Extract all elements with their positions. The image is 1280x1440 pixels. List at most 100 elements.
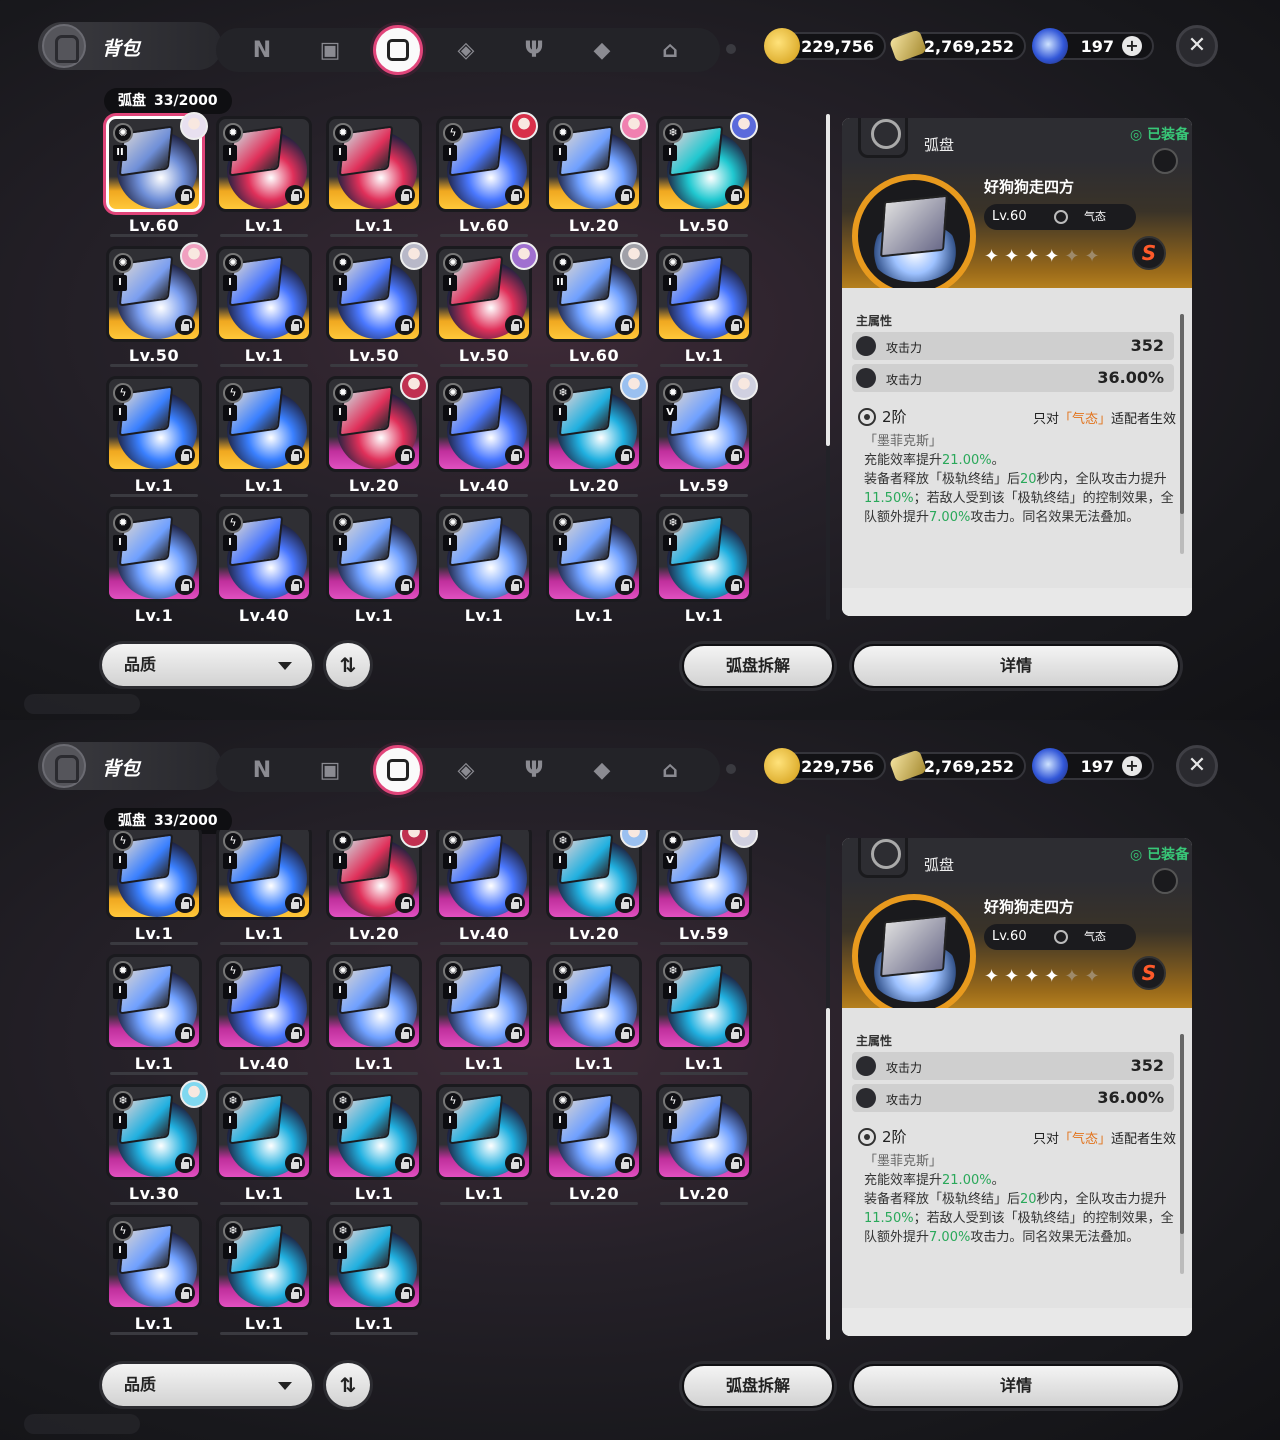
disc-card[interactable]: ❄ I Lv.50 — [656, 112, 758, 237]
disc-level: Lv.1 — [134, 924, 174, 943]
disc-card[interactable]: ❄ I Lv.1 — [326, 1084, 422, 1205]
details-button[interactable]: 详情 — [852, 1364, 1180, 1408]
disc-card[interactable]: ❄ I Lv.1 — [216, 1084, 312, 1205]
lock-icon — [175, 1283, 195, 1303]
disc-thumbnail: ✺ I — [216, 246, 312, 342]
disc-card[interactable]: ϟ I Lv.40 — [216, 954, 312, 1075]
disc-card[interactable]: ϟ I Lv.60 — [436, 112, 538, 237]
tab-discs[interactable] — [373, 745, 423, 795]
tab-food[interactable]: Ψ — [516, 32, 552, 68]
disc-card[interactable]: ✺ I Lv.1 — [436, 506, 532, 622]
disc-card[interactable]: ✺ I Lv.1 — [436, 954, 532, 1075]
disc-card[interactable]: ✺ I Lv.40 — [436, 830, 532, 945]
disc-card[interactable]: ✹ I Lv.1 — [326, 116, 422, 237]
disc-card[interactable]: ✺ I Lv.1 — [546, 954, 642, 1075]
dismantle-button[interactable]: 弧盘拆解 — [682, 644, 834, 688]
sort-toggle-button[interactable]: ⇅ — [326, 643, 370, 687]
disc-card[interactable]: ❄ I Lv.20 — [546, 830, 648, 945]
add-currency-button[interactable]: + — [1122, 36, 1142, 56]
lock-toggle-icon[interactable] — [1152, 148, 1178, 174]
tab-home[interactable]: ⌂ — [652, 752, 688, 788]
quality-filter-dropdown[interactable]: 品质 — [102, 1364, 312, 1406]
tab-materials[interactable]: ◈ — [448, 752, 484, 788]
disc-card[interactable]: ✹ I Lv.1 — [106, 506, 202, 622]
tab-discs[interactable] — [373, 25, 423, 75]
disc-card[interactable]: ✹ I Lv.20 — [546, 112, 648, 237]
disc-card[interactable]: ❄ I Lv.1 — [326, 1214, 422, 1335]
disc-card[interactable]: ✹ V Lv.59 — [656, 830, 758, 945]
level-underline — [440, 494, 528, 497]
grid-scrollbar[interactable] — [826, 114, 830, 620]
add-currency-button[interactable]: + — [1122, 756, 1142, 776]
disc-card[interactable]: ✹ I Lv.20 — [326, 830, 428, 945]
detail-panel: 弧盘 ◎ 已装备 好狗狗走四方 Lv.60 气态 ✦✦✦✦✦✦ S 主属性 攻击力… — [842, 118, 1192, 616]
disc-card[interactable]: ❄ I Lv.1 — [656, 506, 752, 622]
disc-card[interactable]: ✹ II Lv.60 — [546, 242, 648, 367]
scroll-thumb[interactable] — [826, 114, 830, 446]
quality-filter-dropdown[interactable]: 品质 — [102, 644, 312, 686]
disc-card[interactable]: ✹ I Lv.20 — [326, 372, 428, 497]
scroll-thumb[interactable] — [826, 1008, 830, 1340]
disc-card[interactable]: ✺ I Lv.50 — [106, 242, 208, 367]
disc-card[interactable]: ❄ I Lv.1 — [216, 1214, 312, 1335]
detail-scroll-thumb[interactable] — [1180, 1034, 1184, 1234]
details-button[interactable]: 详情 — [852, 644, 1180, 688]
disc-card[interactable]: ✺ I Lv.1 — [326, 506, 422, 622]
detail-scrollbar[interactable] — [1180, 1034, 1184, 1274]
disc-card[interactable]: ✹ I Lv.1 — [216, 116, 312, 237]
close-button[interactable]: ✕ — [1176, 745, 1218, 787]
page-title: 背包 — [102, 38, 141, 60]
disc-rank: I — [333, 853, 347, 869]
ether-attribute-icon: ✺ — [113, 123, 133, 143]
disc-card[interactable]: ϟ I Lv.40 — [216, 506, 312, 622]
disc-card[interactable]: ✺ I Lv.1 — [326, 954, 422, 1075]
disc-card[interactable]: ϟ I Lv.1 — [216, 830, 312, 945]
disc-card[interactable]: ✺ I Lv.40 — [436, 376, 532, 497]
disc-card[interactable]: ϟ I Lv.1 — [106, 376, 202, 497]
tab-food[interactable]: Ψ — [516, 752, 552, 788]
disc-grid[interactable]: ✺IILv.60✹ILv.1✹ILv.1ϟILv.60✹ILv.20❄ILv.5… — [98, 110, 764, 622]
disc-card[interactable]: ✹ V Lv.59 — [656, 372, 758, 497]
detail-body[interactable]: 主属性 攻击力 352 攻击力 36.00% 2阶 只对「气态」适配者生效 「墨菲克… — [842, 288, 1192, 616]
disc-card[interactable]: ϟ I Lv.1 — [436, 1084, 532, 1205]
disc-card[interactable]: ϟ I Lv.1 — [106, 1214, 202, 1335]
tab-device[interactable]: ▣ — [312, 752, 348, 788]
disc-grid[interactable]: ✺IILv.60✹ILv.1✹ILv.1ϟILv.60✹ILv.20❄ILv.5… — [98, 830, 764, 1342]
detail-scrollbar[interactable] — [1180, 314, 1184, 554]
tab-materials[interactable]: ◈ — [448, 32, 484, 68]
disc-card[interactable]: ✹ I Lv.1 — [106, 954, 202, 1075]
detail-body[interactable]: 主属性 攻击力 352 攻击力 36.00% 2阶 只对「气态」适配者生效 「墨菲克… — [842, 1008, 1192, 1336]
disc-card[interactable]: ϟ I Lv.20 — [656, 1084, 752, 1205]
grid-scrollbar[interactable] — [826, 834, 830, 1340]
tab-bangboo[interactable]: ◆ — [584, 752, 620, 788]
disc-card[interactable]: ϟ I Lv.1 — [216, 376, 312, 497]
tab-bangboo[interactable]: ◆ — [584, 32, 620, 68]
disc-card[interactable]: ✺ I Lv.1 — [216, 246, 312, 367]
close-button[interactable]: ✕ — [1176, 25, 1218, 67]
disc-card[interactable]: ϟ I Lv.1 — [106, 830, 202, 945]
disc-card[interactable]: ✺ I Lv.1 — [656, 246, 752, 367]
disc-card[interactable]: ✺ II Lv.60 — [106, 112, 208, 237]
disc-card[interactable]: ❄ I Lv.20 — [546, 372, 648, 497]
disc-card[interactable]: ✺ I Lv.1 — [546, 506, 642, 622]
disc-grid-inner: ✺IILv.60✹ILv.1✹ILv.1ϟILv.60✹ILv.20❄ILv.5… — [98, 112, 764, 622]
disc-rank: I — [443, 535, 457, 551]
divider-dot — [726, 764, 736, 774]
disc-card[interactable]: ✺ I Lv.50 — [436, 242, 538, 367]
dismantle-button[interactable]: 弧盘拆解 — [682, 1364, 834, 1408]
disc-card[interactable]: ❄ I Lv.30 — [106, 1080, 208, 1205]
tab-home[interactable]: ⌂ — [652, 32, 688, 68]
level-underline — [440, 364, 528, 367]
disc-level: Lv.40 — [458, 476, 510, 495]
disc-card[interactable]: ✺ I Lv.20 — [546, 1084, 642, 1205]
blue-gem-icon — [1032, 28, 1068, 64]
tab-agents[interactable]: N — [244, 752, 280, 788]
sort-toggle-button[interactable]: ⇅ — [326, 1363, 370, 1407]
disc-card[interactable]: ✹ I Lv.50 — [326, 242, 428, 367]
detail-scroll-thumb[interactable] — [1180, 314, 1184, 514]
equipped-agent-avatar — [510, 112, 538, 140]
tab-agents[interactable]: N — [244, 32, 280, 68]
tab-device[interactable]: ▣ — [312, 32, 348, 68]
disc-card[interactable]: ❄ I Lv.1 — [656, 954, 752, 1075]
lock-toggle-icon[interactable] — [1152, 868, 1178, 894]
